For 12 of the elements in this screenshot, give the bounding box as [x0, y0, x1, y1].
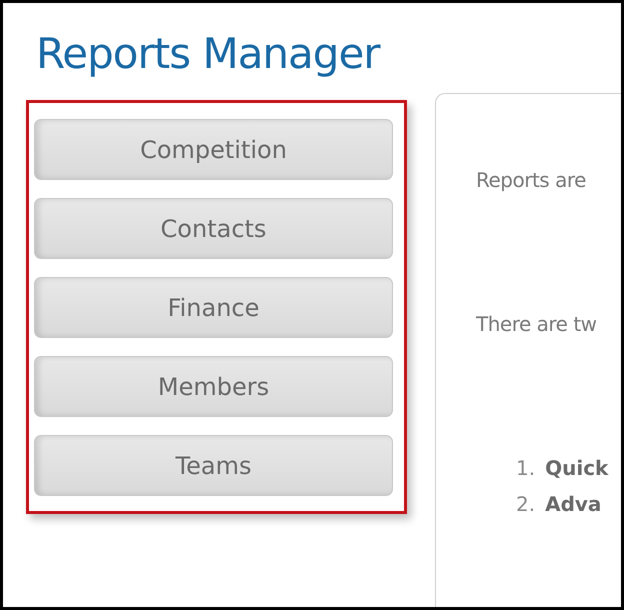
- report-category-button[interactable]: Teams: [34, 435, 393, 496]
- page-title: Reports Manager: [36, 29, 380, 78]
- report-category-button[interactable]: Competition: [34, 119, 393, 180]
- list-item-text: Adva: [545, 492, 602, 516]
- paragraph-text: There are tw: [476, 312, 598, 336]
- report-category-button[interactable]: Contacts: [34, 198, 393, 259]
- list-number: 1.: [516, 456, 536, 480]
- paragraph-text: Reports are: [476, 168, 587, 192]
- report-category-button[interactable]: Finance: [34, 277, 393, 338]
- list-number: 2.: [516, 492, 536, 516]
- report-category-button[interactable]: Members: [34, 356, 393, 417]
- list-item-text: Quick: [545, 456, 608, 480]
